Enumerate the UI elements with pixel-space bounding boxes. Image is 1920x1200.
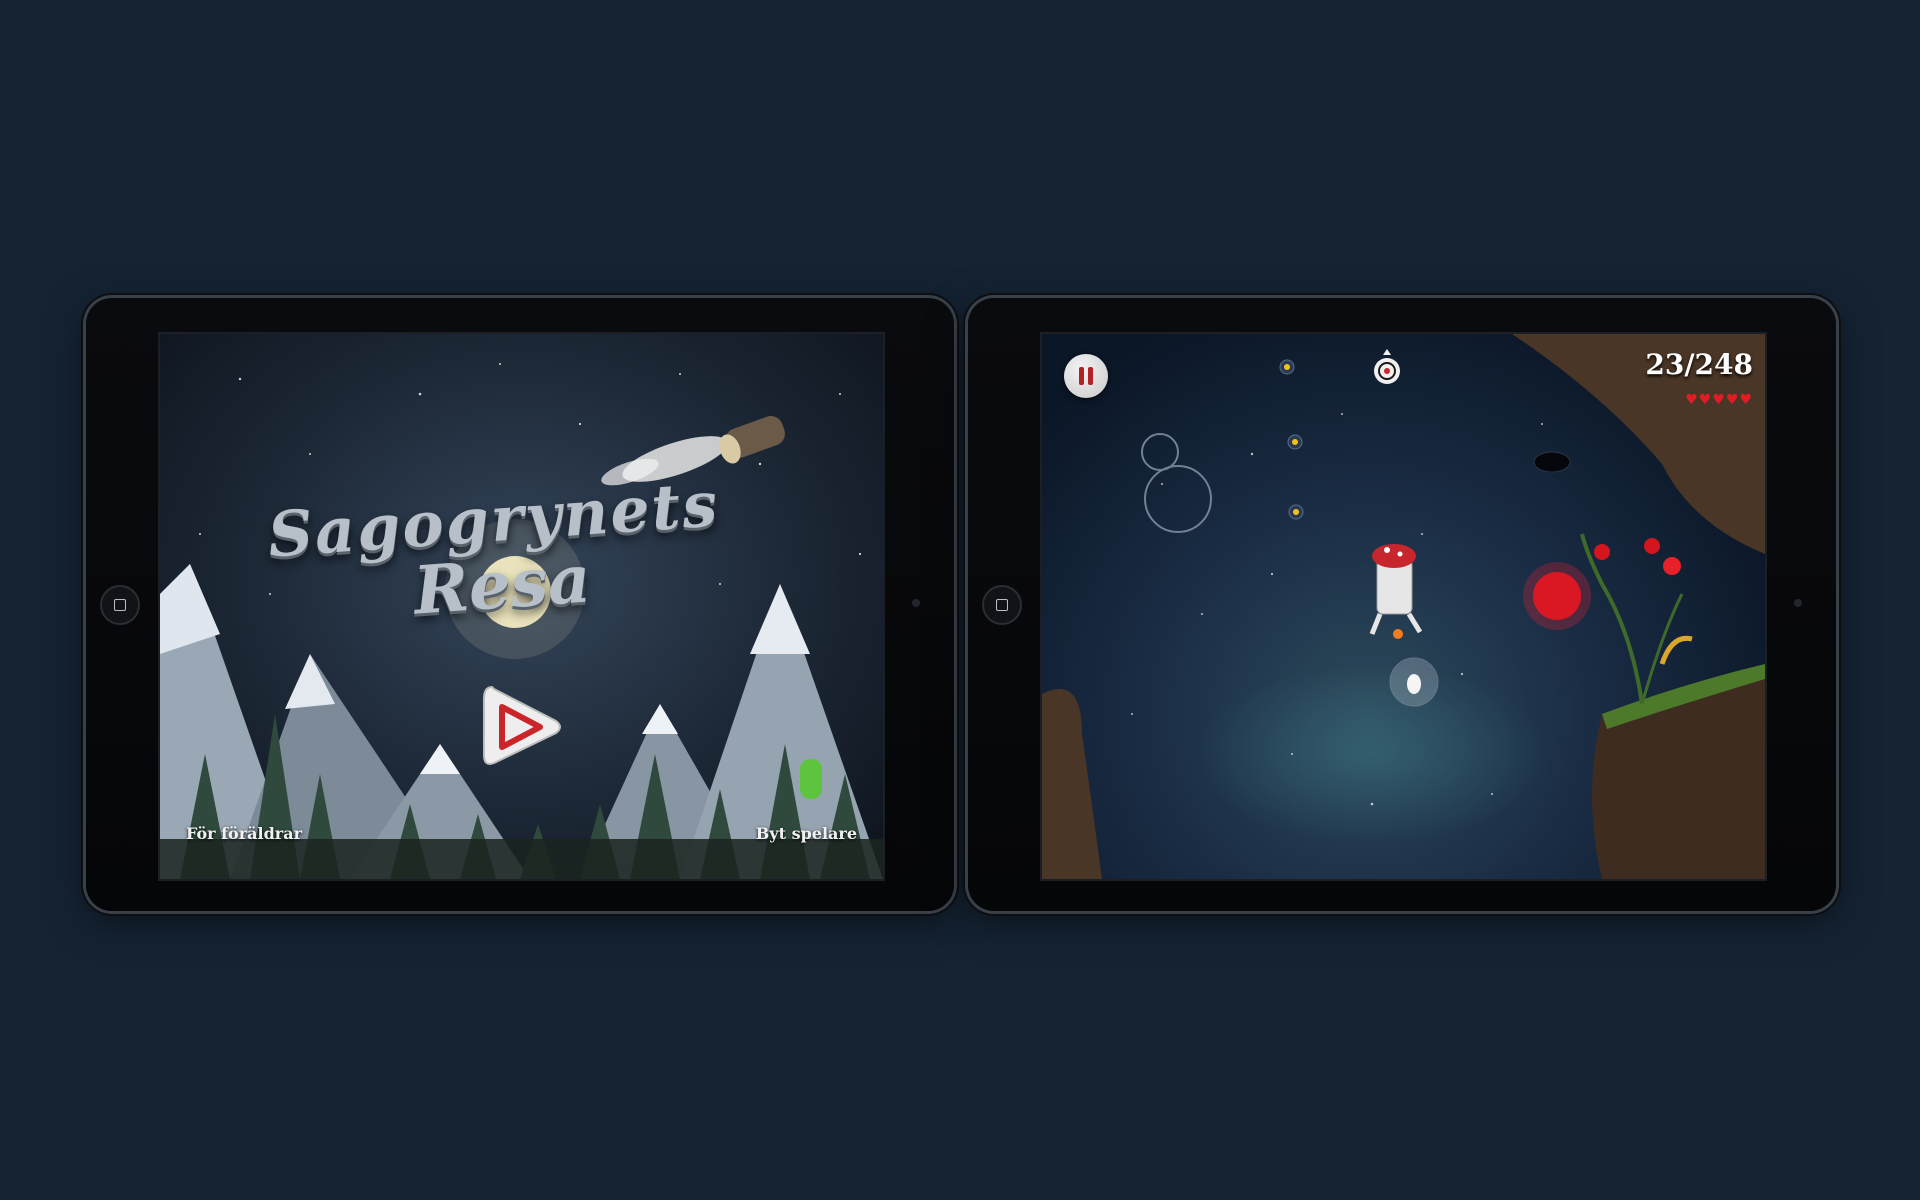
home-button[interactable] — [100, 585, 140, 625]
camera — [1794, 599, 1802, 607]
play-icon — [483, 685, 561, 765]
play-button[interactable] — [480, 679, 564, 775]
black-hole — [1533, 451, 1571, 473]
lives-hearts: ♥♥♥♥♥ — [1685, 392, 1753, 408]
joystick — [1141, 433, 1212, 533]
pause-button[interactable] — [1064, 354, 1108, 398]
collectible-orbs — [1279, 359, 1304, 520]
player-character — [1369, 544, 1423, 639]
green-character — [800, 759, 822, 799]
game-screen: 23/248 ♥♥♥♥♥ — [1040, 332, 1767, 881]
target-icon — [1374, 349, 1400, 384]
raspberry-plant — [1523, 533, 1693, 705]
camera — [912, 599, 920, 607]
game-world — [1042, 334, 1765, 879]
tablet-left: Sagogrynets Resa För föräldrar Byt spela… — [86, 298, 954, 911]
parents-link[interactable]: För föräldrar — [186, 824, 302, 843]
home-button[interactable] — [982, 585, 1022, 625]
score-counter: 23/248 — [1645, 348, 1753, 381]
menu-screen: Sagogrynets Resa För föräldrar Byt spela… — [158, 332, 885, 881]
game-title: Sagogrynets Resa — [266, 467, 722, 640]
switch-player-link[interactable]: Byt spelare — [756, 824, 857, 843]
tablet-right: 23/248 ♥♥♥♥♥ — [968, 298, 1836, 911]
cliff-left — [1042, 689, 1102, 879]
bubble-seed — [1389, 657, 1439, 707]
